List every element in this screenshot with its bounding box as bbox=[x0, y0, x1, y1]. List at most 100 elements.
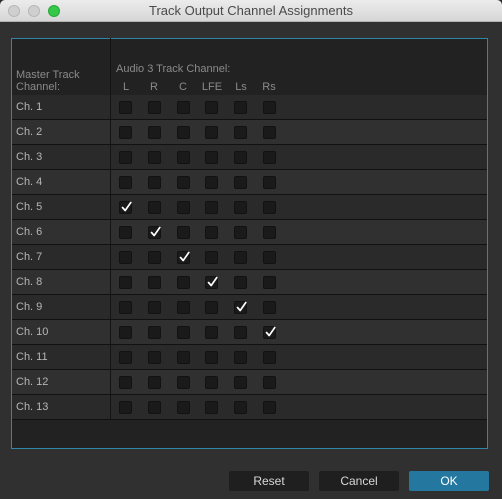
channel-checkbox-lfe[interactable] bbox=[205, 301, 218, 314]
table-row: Ch. 7 bbox=[12, 245, 487, 270]
channel-checkbox-c[interactable] bbox=[177, 101, 190, 114]
master-channel-label: Ch. 4 bbox=[16, 176, 43, 188]
channel-checkbox-rs[interactable] bbox=[263, 201, 276, 214]
channel-checkbox-l[interactable] bbox=[119, 126, 132, 139]
channel-checkbox-c[interactable] bbox=[177, 151, 190, 164]
channel-checkbox-rs[interactable] bbox=[263, 226, 276, 239]
channel-checkbox-lfe[interactable] bbox=[205, 101, 218, 114]
checkmark-icon bbox=[150, 226, 161, 237]
channel-checkbox-ls[interactable] bbox=[234, 251, 247, 264]
column-label-ls: Ls bbox=[235, 81, 247, 93]
reset-button[interactable]: Reset bbox=[229, 471, 309, 491]
channel-checkbox-rs[interactable] bbox=[263, 151, 276, 164]
channel-checkbox-c[interactable] bbox=[177, 201, 190, 214]
channel-checkbox-c[interactable] bbox=[177, 276, 190, 289]
channel-checkbox-l[interactable] bbox=[119, 226, 132, 239]
channel-checkbox-l[interactable] bbox=[119, 301, 132, 314]
title-bar[interactable]: Track Output Channel Assignments bbox=[0, 0, 502, 22]
channel-checkbox-c[interactable] bbox=[177, 226, 190, 239]
channel-checkbox-l[interactable] bbox=[119, 351, 132, 364]
master-channel-label: Ch. 9 bbox=[16, 301, 43, 313]
channel-checkbox-ls[interactable] bbox=[234, 301, 247, 314]
channel-checkbox-lfe[interactable] bbox=[205, 226, 218, 239]
channel-checkbox-ls[interactable] bbox=[234, 126, 247, 139]
channel-checkbox-rs[interactable] bbox=[263, 251, 276, 264]
table-row: Ch. 6 bbox=[12, 220, 487, 245]
channel-checkbox-r[interactable] bbox=[148, 376, 161, 389]
channel-checkbox-l[interactable] bbox=[119, 401, 132, 414]
channel-checkbox-l[interactable] bbox=[119, 176, 132, 189]
audio-track-channel-header: Audio 3 Track Channel: bbox=[116, 63, 231, 75]
channel-checkbox-c[interactable] bbox=[177, 326, 190, 339]
channel-checkbox-l[interactable] bbox=[119, 276, 132, 289]
channel-checkbox-r[interactable] bbox=[148, 401, 161, 414]
channel-checkbox-c[interactable] bbox=[177, 376, 190, 389]
master-channel-label: Ch. 3 bbox=[16, 151, 43, 163]
channel-checkbox-c[interactable] bbox=[177, 176, 190, 189]
ok-button[interactable]: OK bbox=[409, 471, 489, 491]
channel-checkbox-rs[interactable] bbox=[263, 301, 276, 314]
channel-checkbox-ls[interactable] bbox=[234, 376, 247, 389]
channel-checkbox-ls[interactable] bbox=[234, 401, 247, 414]
channel-checkbox-lfe[interactable] bbox=[205, 176, 218, 189]
checkmark-icon bbox=[236, 301, 247, 312]
channel-checkbox-ls[interactable] bbox=[234, 351, 247, 364]
channel-checkbox-ls[interactable] bbox=[234, 176, 247, 189]
master-channel-label: Ch. 1 bbox=[16, 101, 43, 113]
channel-checkbox-l[interactable] bbox=[119, 251, 132, 264]
channel-checkbox-rs[interactable] bbox=[263, 376, 276, 389]
channel-checkbox-c[interactable] bbox=[177, 126, 190, 139]
channel-checkbox-lfe[interactable] bbox=[205, 401, 218, 414]
channel-checkbox-rs[interactable] bbox=[263, 326, 276, 339]
checkmark-icon bbox=[121, 201, 132, 212]
channel-checkbox-rs[interactable] bbox=[263, 351, 276, 364]
channel-checkbox-l[interactable] bbox=[119, 326, 132, 339]
channel-checkbox-rs[interactable] bbox=[263, 101, 276, 114]
channel-checkbox-r[interactable] bbox=[148, 276, 161, 289]
channel-checkbox-ls[interactable] bbox=[234, 276, 247, 289]
channel-checkbox-r[interactable] bbox=[148, 326, 161, 339]
channel-checkbox-ls[interactable] bbox=[234, 226, 247, 239]
channel-checkbox-c[interactable] bbox=[177, 351, 190, 364]
window-title: Track Output Channel Assignments bbox=[148, 3, 353, 18]
channel-checkbox-ls[interactable] bbox=[234, 101, 247, 114]
table-row: Ch. 10 bbox=[12, 320, 487, 345]
channel-checkbox-c[interactable] bbox=[177, 251, 190, 264]
channel-checkbox-r[interactable] bbox=[148, 226, 161, 239]
channel-checkbox-r[interactable] bbox=[148, 176, 161, 189]
channel-checkbox-ls[interactable] bbox=[234, 201, 247, 214]
channel-checkbox-rs[interactable] bbox=[263, 401, 276, 414]
channel-checkbox-rs[interactable] bbox=[263, 176, 276, 189]
channel-checkbox-ls[interactable] bbox=[234, 326, 247, 339]
channel-checkbox-r[interactable] bbox=[148, 351, 161, 364]
channel-checkbox-rs[interactable] bbox=[263, 276, 276, 289]
channel-checkbox-lfe[interactable] bbox=[205, 126, 218, 139]
channel-checkbox-ls[interactable] bbox=[234, 151, 247, 164]
channel-checkbox-lfe[interactable] bbox=[205, 376, 218, 389]
channel-checkbox-lfe[interactable] bbox=[205, 251, 218, 264]
channel-checkbox-r[interactable] bbox=[148, 301, 161, 314]
channel-checkbox-lfe[interactable] bbox=[205, 326, 218, 339]
channel-checkbox-l[interactable] bbox=[119, 201, 132, 214]
channel-checkbox-r[interactable] bbox=[148, 126, 161, 139]
channel-checkbox-rs[interactable] bbox=[263, 126, 276, 139]
channel-checkbox-r[interactable] bbox=[148, 251, 161, 264]
column-divider bbox=[110, 38, 111, 420]
channel-checkbox-lfe[interactable] bbox=[205, 201, 218, 214]
channel-checkbox-c[interactable] bbox=[177, 401, 190, 414]
channel-checkbox-c[interactable] bbox=[177, 301, 190, 314]
master-channel-label: Ch. 6 bbox=[16, 226, 43, 238]
checkmark-icon bbox=[179, 251, 190, 262]
column-label-l: L bbox=[122, 81, 130, 93]
channel-checkbox-r[interactable] bbox=[148, 151, 161, 164]
channel-checkbox-lfe[interactable] bbox=[205, 151, 218, 164]
channel-checkbox-lfe[interactable] bbox=[205, 351, 218, 364]
column-label-r: R bbox=[150, 81, 158, 93]
channel-checkbox-l[interactable] bbox=[119, 376, 132, 389]
channel-checkbox-r[interactable] bbox=[148, 101, 161, 114]
cancel-button[interactable]: Cancel bbox=[319, 471, 399, 491]
channel-checkbox-r[interactable] bbox=[148, 201, 161, 214]
channel-checkbox-lfe[interactable] bbox=[205, 276, 218, 289]
channel-checkbox-l[interactable] bbox=[119, 101, 132, 114]
channel-checkbox-l[interactable] bbox=[119, 151, 132, 164]
